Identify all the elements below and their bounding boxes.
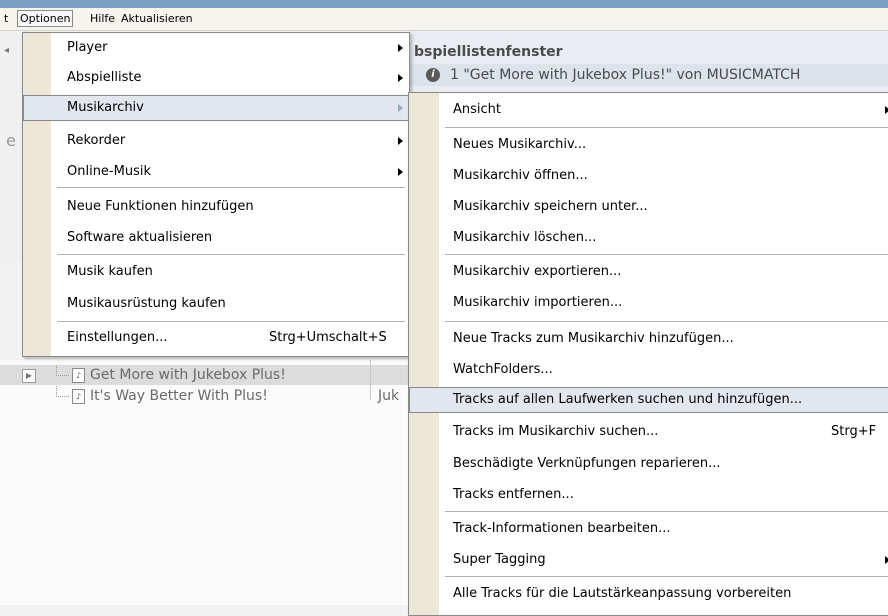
tree-row-label: It's Way Better With Plus! [90,388,268,404]
tree-connector [56,365,69,376]
menu-item-delete-archive[interactable]: Musikarchiv löschen... [409,225,888,251]
music-archive-submenu: Ansicht Neues Musikarchiv... Musikarchiv… [408,92,888,616]
menu-separator [445,127,888,128]
menu-item-label: Abspielliste [67,70,142,85]
menu-item-playlist[interactable]: Abspielliste [23,65,409,91]
menu-item-music-archive[interactable]: Musikarchiv [23,95,409,121]
menu-item-label: Rekorder [67,133,126,148]
menu-item-prepare-volume-leveling[interactable]: Alle Tracks für die Lautstärkeanpassung … [409,581,888,607]
menu-item-add-new-tracks[interactable]: Neue Tracks zum Musikarchiv hinzufügen..… [409,326,888,352]
menu-item-label: Tracks im Musikarchiv suchen... [453,424,659,439]
menu-item-label: WatchFolders... [453,362,553,377]
menu-item-label: Musikarchiv öffnen... [453,168,588,183]
playlist-window-title: bspiellistenfenster [414,44,563,60]
menu-separator [57,321,405,322]
menu-item-label: Musikarchiv löschen... [453,230,597,245]
menu-item-view[interactable]: Ansicht [409,97,888,123]
track-icon: ♪ [72,368,85,383]
menu-item-search-all-drives[interactable]: Tracks auf allen Laufwerken suchen und h… [409,387,888,413]
tree-row[interactable]: ▶ ♪ Get More with Jukebox Plus! [0,365,408,385]
menu-item-remove-tracks[interactable]: Tracks entfernen... [409,482,888,508]
menu-item-settings[interactable]: Einstellungen... Strg+Umschalt+S [23,325,409,351]
options-menu: Player Abspielliste Musikarchiv Rekorder… [22,32,410,357]
library-tree: ▶ ♪ Get More with Jukebox Plus! ♪ It's W… [0,360,408,605]
menu-item-label: Tracks auf allen Laufwerken suchen und h… [453,392,803,407]
menu-item-label: Alle Tracks für die Lautstärkeanpassung … [453,586,792,601]
menu-separator [445,511,888,512]
menu-separator [57,254,405,255]
menu-item-label: Online-Musik [67,164,151,179]
submenu-arrow-icon [398,104,403,112]
menu-item-label: Beschädigte Verknüpfungen reparieren... [453,456,721,471]
speaker-icon: ◂ [4,45,10,56]
menu-item-update-software[interactable]: Software aktualisieren [23,225,409,251]
menu-item-label: Neues Musikarchiv... [453,137,587,152]
menu-item-repair-broken-links[interactable]: Beschädigte Verknüpfungen reparieren... [409,451,888,477]
tree-connector [56,386,69,397]
menu-item-open-archive[interactable]: Musikarchiv öffnen... [409,163,888,189]
menu-item-shortcut: Strg+Umschalt+S [269,330,387,345]
info-icon: i [426,68,440,82]
menu-separator [57,187,405,188]
menu-item-buy-music[interactable]: Musik kaufen [23,259,409,285]
tree-row-column-text: Juk [378,388,400,404]
menu-separator [445,321,888,322]
now-playing-text: 1 "Get More with Jukebox Plus!" von MUSI… [450,67,801,83]
menu-item-label: Einstellungen... [67,330,168,345]
menu-item-import-archive[interactable]: Musikarchiv importieren... [409,290,888,316]
menu-bar-item-partial[interactable]: t [2,11,10,26]
menu-item-super-tagging[interactable]: Super Tagging [409,547,888,573]
track-icon: ♪ [72,389,85,404]
menu-bar-item-update[interactable]: Aktualisieren [119,11,195,26]
menu-item-label: Musikausrüstung kaufen [67,296,226,311]
now-playing-row[interactable]: i 1 "Get More with Jukebox Plus!" von MU… [410,64,888,86]
menu-item-label: Player [67,40,108,55]
menu-item-new-archive[interactable]: Neues Musikarchiv... [409,132,888,158]
submenu-arrow-icon [398,168,403,176]
menu-item-search-tracks-in-archive[interactable]: Tracks im Musikarchiv suchen... Strg+F [409,419,888,445]
window-title-bar [0,0,888,8]
menu-item-label: Neue Funktionen hinzufügen [67,199,254,214]
menu-item-shortcut: Strg+F [831,424,877,439]
menu-item-watchfolders[interactable]: WatchFolders... [409,357,888,383]
menu-item-label: Track-Informationen bearbeiten... [453,521,671,536]
menu-item-label: Musikarchiv speichern unter... [453,199,648,214]
left-panel-label: e [6,131,16,150]
menu-bar-item-options[interactable]: Optionen [17,10,74,27]
menu-item-label: Super Tagging [453,552,546,567]
play-arrow-icon[interactable]: ▶ [22,369,36,383]
menu-item-save-archive-as[interactable]: Musikarchiv speichern unter... [409,194,888,220]
menu-separator [445,254,888,255]
menu-item-label: Musik kaufen [67,264,153,279]
submenu-arrow-icon [398,137,403,145]
submenu-arrow-icon [398,44,403,52]
menu-item-label: Neue Tracks zum Musikarchiv hinzufügen..… [453,331,734,346]
menu-item-export-archive[interactable]: Musikarchiv exportieren... [409,259,888,285]
menu-item-label: Tracks entfernen... [453,487,574,502]
menu-item-add-features[interactable]: Neue Funktionen hinzufügen [23,194,409,220]
menu-item-label: Software aktualisieren [67,230,213,245]
menu-item-player[interactable]: Player [23,35,409,61]
menu-item-label: Musikarchiv exportieren... [453,264,622,279]
menu-item-recorder[interactable]: Rekorder [23,128,409,154]
menu-bar: t Optionen Hilfe Aktualisieren [0,8,888,31]
tree-row[interactable]: ♪ It's Way Better With Plus! Juk [0,386,408,406]
menu-item-label: Musikarchiv [67,100,144,115]
menu-bar-item-help[interactable]: Hilfe [88,11,117,26]
menu-item-label: Musikarchiv importieren... [453,295,623,310]
column-divider [370,360,371,400]
menu-item-buy-equipment[interactable]: Musikausrüstung kaufen [23,291,409,317]
tree-row-label: Get More with Jukebox Plus! [90,367,286,383]
submenu-arrow-icon [398,74,403,82]
menu-item-online-music[interactable]: Online-Musik [23,159,409,185]
menu-separator [445,576,888,577]
menu-item-edit-track-info[interactable]: Track-Informationen bearbeiten... [409,516,888,542]
menu-item-label: Ansicht [453,102,502,117]
